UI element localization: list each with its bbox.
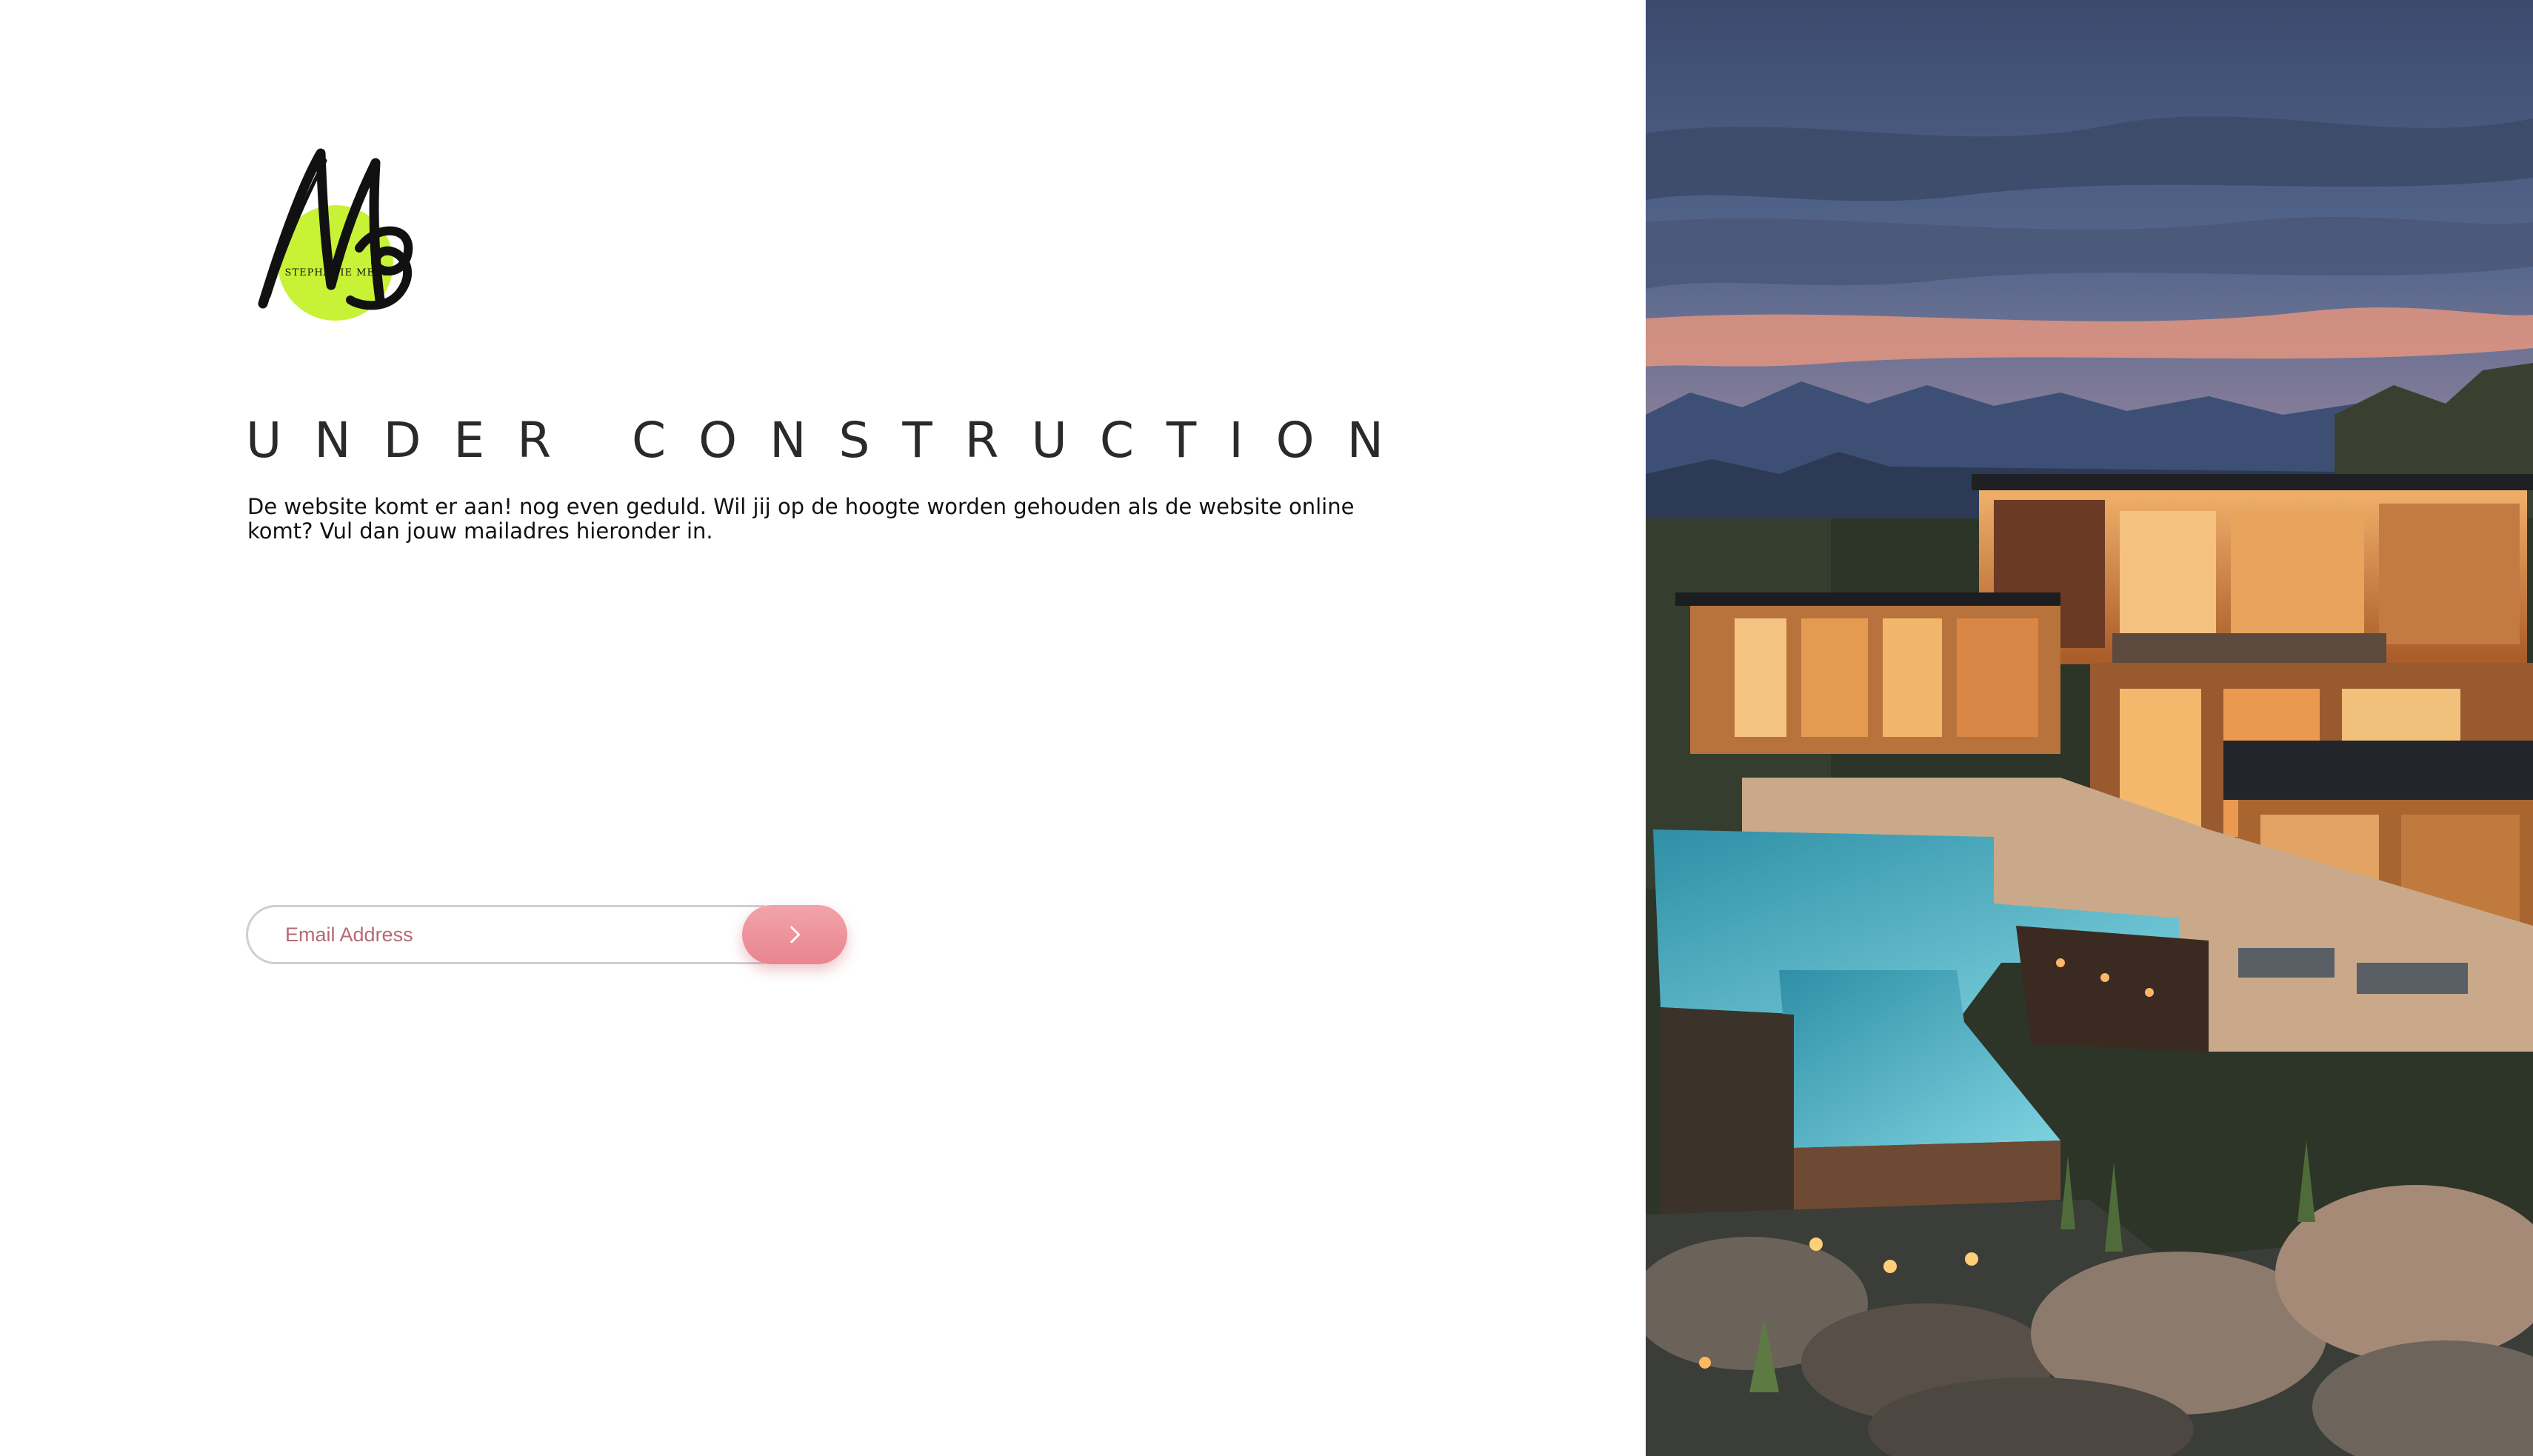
submit-button[interactable] (742, 905, 847, 964)
email-input[interactable] (246, 905, 764, 964)
page-title: UNDER CONSTRUCTION (246, 412, 1417, 469)
logo-wordmark: STEPHANIE MEYS (285, 267, 390, 278)
hero-image (1646, 0, 2533, 1456)
chevron-right-icon (790, 926, 801, 944)
house-photo (1646, 0, 2533, 1456)
description-text: De website komt er aan! nog even geduld.… (247, 494, 1355, 544)
logo: STEPHANIE MEYS (248, 144, 426, 326)
signup-form (246, 905, 847, 964)
signature-logo-icon: STEPHANIE MEYS (258, 148, 413, 321)
content-panel: STEPHANIE MEYS UNDER CONSTRUCTION De web… (0, 0, 1646, 1456)
